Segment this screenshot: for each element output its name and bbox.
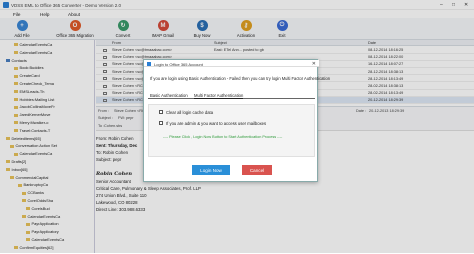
instruction-note: ---- Please Click , Login Now Button to … bbox=[163, 135, 283, 139]
office365-icon bbox=[147, 61, 151, 66]
clear-cache-label: Clear all login cache data bbox=[166, 110, 214, 115]
dialog-message: If you are login using Basic Authenticat… bbox=[150, 76, 330, 81]
login-now-button[interactable]: Login Now bbox=[192, 165, 230, 175]
dialog-title: Login to Office 365 Account bbox=[154, 61, 203, 67]
clear-cache-checkbox[interactable] bbox=[159, 110, 163, 114]
login-dialog: Login to Office 365 Account ✕ If you are… bbox=[143, 59, 330, 182]
admin-access-label: If you are admin & you want to access us… bbox=[166, 121, 267, 126]
dialog-close-icon[interactable]: ✕ bbox=[312, 61, 316, 67]
cancel-button[interactable]: Cancel bbox=[242, 165, 272, 175]
auth-tabs: Basic Authentication Multi Factor Authen… bbox=[148, 92, 315, 99]
admin-access-checkbox[interactable] bbox=[159, 121, 163, 125]
tab-basic-authentication[interactable]: Basic Authentication bbox=[150, 93, 188, 98]
options-panel: Clear all login cache data If you are ad… bbox=[148, 104, 315, 157]
tab-multi-factor-authentication[interactable]: Multi Factor Authentication bbox=[194, 93, 244, 99]
dialog-title-bar: Login to Office 365 Account ✕ bbox=[144, 60, 319, 67]
